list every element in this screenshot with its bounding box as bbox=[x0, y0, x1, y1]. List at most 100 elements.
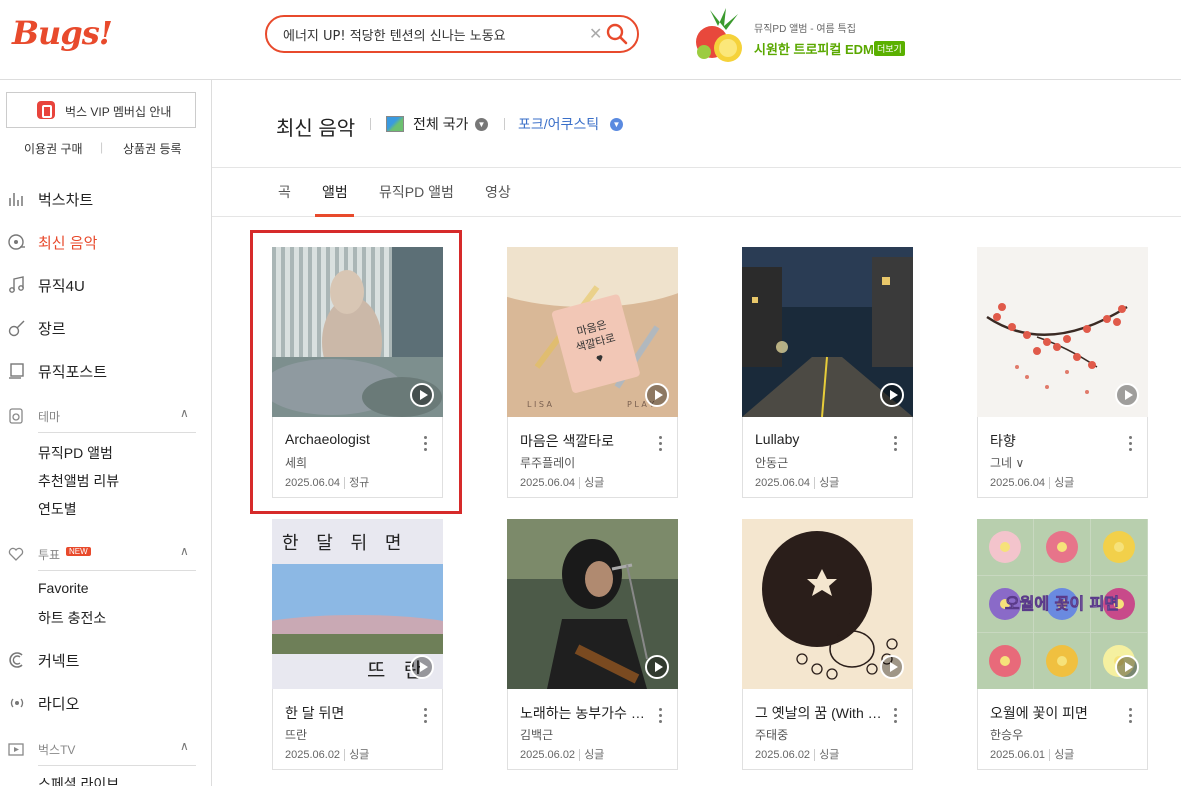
album-artist-name[interactable]: 안동근 bbox=[755, 456, 788, 470]
album-title[interactable]: 타향 bbox=[990, 431, 1122, 451]
album-card[interactable]: 오월에 꽃이 피면 오월에 꽃이 피면 한승우 2025.06.01 싱글 bbox=[977, 519, 1148, 770]
album-card[interactable]: 그 옛날의 꿈 (With 이... 주태중 2025.06.02 싱글 bbox=[742, 519, 913, 770]
play-icon[interactable] bbox=[410, 655, 434, 679]
sidebar-item-connect[interactable]: 커넥트 bbox=[0, 645, 212, 675]
more-options-icon[interactable] bbox=[894, 436, 898, 454]
album-date: 2025.06.02 bbox=[285, 749, 341, 761]
sidebar-item-heart-charge[interactable]: 하트 충전소 bbox=[38, 608, 106, 628]
promo-banner[interactable]: 뮤직PD 앨범 - 여름 특집 시원한 트로피컬 EDM 더보기 bbox=[690, 4, 950, 64]
tab-songs[interactable]: 곡 bbox=[278, 182, 291, 202]
chevron-down-icon[interactable]: ∨ bbox=[1015, 456, 1024, 470]
album-card[interactable]: 노래하는 농부가수 Vol... 김백근 2025.06.02 싱글 bbox=[507, 519, 678, 770]
play-icon[interactable] bbox=[880, 655, 904, 679]
search-icon[interactable] bbox=[605, 22, 629, 46]
album-artist-name[interactable]: 뜨란 bbox=[285, 728, 307, 742]
sidebar-item-new-music[interactable]: 최신 음악 bbox=[0, 227, 212, 257]
album-card[interactable]: 타향 그네 ∨ 2025.06.04 싱글 bbox=[977, 247, 1148, 498]
album-meta: 2025.06.01 싱글 bbox=[990, 746, 1075, 762]
heart-icon bbox=[8, 547, 24, 561]
sidebar: 벅스 VIP 멤버십 안내 이용권 구매 | 상품권 등록 벅스차트 최신 음악… bbox=[0, 80, 212, 786]
promo-more-button[interactable]: 더보기 bbox=[874, 41, 905, 56]
album-title[interactable]: 오월에 꽃이 피면 bbox=[990, 703, 1122, 723]
more-options-icon[interactable] bbox=[424, 436, 428, 454]
more-options-icon[interactable] bbox=[424, 708, 428, 726]
album-artist[interactable]: 뜨란 bbox=[285, 726, 307, 743]
vip-membership-button[interactable]: 벅스 VIP 멤버십 안내 bbox=[6, 92, 196, 128]
album-title[interactable]: 노래하는 농부가수 Vol... bbox=[520, 703, 652, 723]
chevron-up-icon[interactable]: ∧ bbox=[180, 544, 189, 558]
more-options-icon[interactable] bbox=[659, 708, 663, 726]
album-type: 싱글 bbox=[344, 749, 370, 761]
sidebar-item-chart[interactable]: 벅스차트 bbox=[0, 184, 212, 214]
album-card[interactable]: 마음은 색깔타로 L I S A P L A Y 마음은 색깔타로 루주플레이 … bbox=[507, 247, 678, 498]
sidebar-item-radio[interactable]: 라디오 bbox=[0, 688, 212, 718]
chevron-down-icon[interactable]: ▼ bbox=[610, 118, 623, 131]
album-artist-name[interactable]: 주태중 bbox=[755, 728, 788, 742]
album-card[interactable]: Archaeologist 세희 2025.06.04 정규 bbox=[272, 247, 443, 498]
register-voucher-link[interactable]: 상품권 등록 bbox=[123, 140, 182, 157]
album-artist[interactable]: 한승우 bbox=[990, 726, 1023, 743]
tab-albums[interactable]: 앨범 bbox=[322, 182, 348, 202]
album-title[interactable]: 마음은 색깔타로 bbox=[520, 431, 652, 451]
tab-musicpd-albums[interactable]: 뮤직PD 앨범 bbox=[379, 182, 454, 202]
album-card[interactable]: Lullaby 안동근 2025.06.04 싱글 bbox=[742, 247, 913, 498]
sidebar-item-musicpost[interactable]: 뮤직포스트 bbox=[0, 356, 212, 386]
album-type: 정규 bbox=[344, 477, 370, 489]
tv-section-header[interactable]: 벅스TV ∧ bbox=[0, 735, 212, 766]
album-title[interactable]: Lullaby bbox=[755, 431, 887, 447]
play-icon[interactable] bbox=[410, 383, 434, 407]
sidebar-item-by-year[interactable]: 연도별 bbox=[38, 499, 77, 519]
chevron-up-icon[interactable]: ∧ bbox=[180, 739, 189, 753]
sidebar-item-genre[interactable]: 장르 bbox=[0, 313, 212, 343]
country-filter[interactable]: 전체 국가 bbox=[413, 114, 468, 134]
theme-section-header[interactable]: 테마 ∧ bbox=[0, 402, 212, 433]
search-box[interactable]: ✕ bbox=[265, 15, 639, 53]
sidebar-item-favorite[interactable]: Favorite bbox=[38, 580, 89, 596]
album-artist[interactable]: 그네 ∨ bbox=[990, 454, 1024, 471]
play-icon[interactable] bbox=[1115, 383, 1139, 407]
chevron-up-icon[interactable]: ∧ bbox=[180, 406, 189, 420]
album-title[interactable]: 그 옛날의 꿈 (With 이... bbox=[755, 703, 887, 723]
buy-ticket-link[interactable]: 이용권 구매 bbox=[24, 140, 83, 157]
tab-videos[interactable]: 영상 bbox=[485, 182, 511, 202]
album-artist-name[interactable]: 그네 bbox=[990, 456, 1012, 470]
more-options-icon[interactable] bbox=[1129, 708, 1133, 726]
sidebar-item-special-live[interactable]: 스페셜 라이브 bbox=[38, 774, 119, 786]
album-artist-name[interactable]: 루주플레이 bbox=[520, 456, 575, 470]
link-separator: | bbox=[100, 140, 104, 154]
album-artist[interactable]: 주태중 bbox=[755, 726, 788, 743]
play-icon[interactable] bbox=[645, 383, 669, 407]
album-title[interactable]: 한 달 뒤면 bbox=[285, 703, 417, 723]
bugs-logo[interactable]: Bugs! bbox=[12, 14, 113, 52]
more-options-icon[interactable] bbox=[659, 436, 663, 454]
album-artist-name[interactable]: 세희 bbox=[285, 456, 307, 470]
album-type: 싱글 bbox=[1049, 477, 1075, 489]
album-artist-name[interactable]: 한승우 bbox=[990, 728, 1023, 742]
album-artist[interactable]: 김백근 bbox=[520, 726, 553, 743]
clear-icon[interactable]: ✕ bbox=[589, 24, 602, 44]
chevron-down-icon[interactable]: ▼ bbox=[475, 118, 488, 131]
album-artist[interactable]: 루주플레이 bbox=[520, 454, 575, 471]
guitar-icon bbox=[8, 320, 25, 337]
play-icon[interactable] bbox=[645, 655, 669, 679]
header: Bugs! ✕ 뮤직PD 앨범 - 여름 특집 시원한 트로피컬 EDM 더보기 bbox=[0, 0, 1181, 80]
vote-section-header[interactable]: 투표 NEW ∧ bbox=[0, 540, 212, 571]
album-artist[interactable]: 안동근 bbox=[755, 454, 788, 471]
sidebar-item-music4u[interactable]: 뮤직4U bbox=[0, 270, 212, 300]
play-icon[interactable] bbox=[880, 383, 904, 407]
play-icon[interactable] bbox=[1115, 655, 1139, 679]
search-input[interactable] bbox=[283, 24, 583, 44]
sidebar-item-album-review[interactable]: 추천앨범 리뷰 bbox=[38, 471, 119, 491]
album-card[interactable]: 한 달 뒤 면 뜨 란 한 달 뒤면 뜨란 2025.06.02 싱글 bbox=[272, 519, 443, 770]
genre-filter[interactable]: 포크/어쿠스틱 bbox=[518, 114, 599, 134]
connect-icon bbox=[9, 652, 23, 668]
sidebar-item-musicpd-album[interactable]: 뮤직PD 앨범 bbox=[38, 443, 113, 463]
album-artist[interactable]: 세희 bbox=[285, 454, 307, 471]
album-artist-name[interactable]: 김백근 bbox=[520, 728, 553, 742]
more-options-icon[interactable] bbox=[894, 708, 898, 726]
filter-separator bbox=[504, 118, 505, 130]
more-options-icon[interactable] bbox=[1129, 436, 1133, 454]
album-title[interactable]: Archaeologist bbox=[285, 431, 417, 447]
tv-section-label: 벅스TV bbox=[38, 743, 76, 757]
sidebar-item-label: 장르 bbox=[38, 321, 66, 338]
